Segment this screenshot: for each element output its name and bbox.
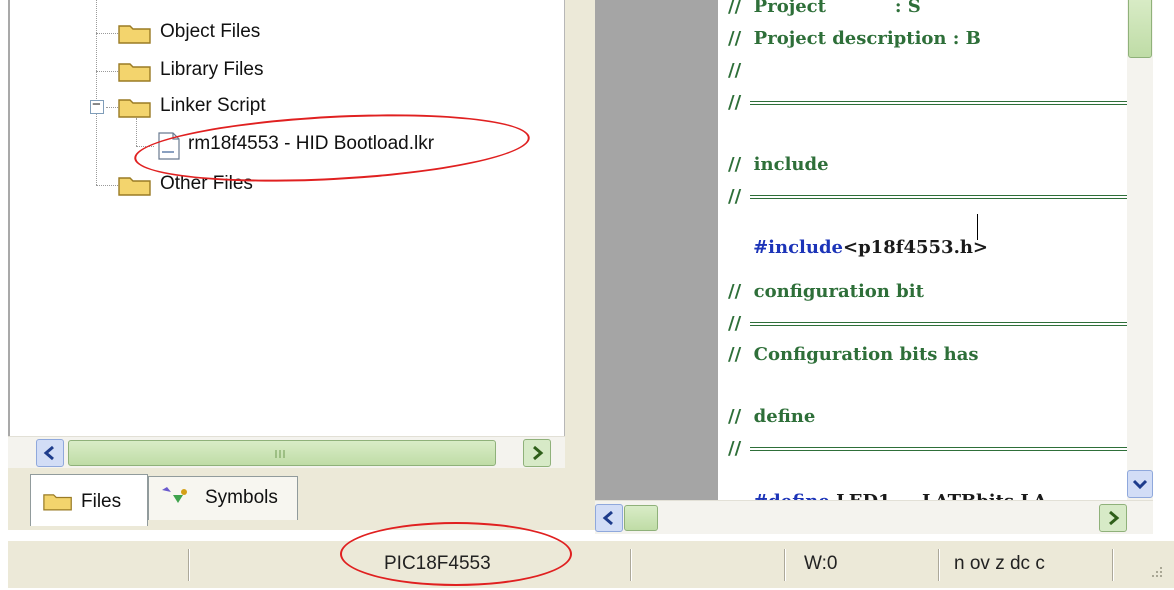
tree-guide xyxy=(96,33,120,34)
chevron-right-icon xyxy=(533,445,544,461)
tree-horizontal-scrollbar[interactable] xyxy=(8,436,565,468)
tree-item-label: Linker Script xyxy=(160,95,266,116)
scroll-thumb[interactable] xyxy=(624,505,658,531)
scroll-thumb[interactable] xyxy=(68,440,496,466)
chevron-left-icon xyxy=(43,445,54,461)
code-line: // Project description : B xyxy=(728,28,981,49)
folder-icon xyxy=(118,25,151,44)
pane-splitter[interactable] xyxy=(565,0,595,530)
code-line: // xyxy=(728,438,742,459)
code-line-include: #include<p18f4553.h> xyxy=(728,216,988,279)
chevron-right-icon xyxy=(1109,510,1120,526)
comment-rule xyxy=(750,447,1127,451)
comment-rule xyxy=(750,101,1127,105)
text-cursor xyxy=(977,214,978,240)
status-separator xyxy=(188,549,190,581)
status-wreg: W:0 xyxy=(804,553,838,574)
define-body: LED1 LATBbits.LA xyxy=(830,491,1047,500)
code-line: // xyxy=(728,92,742,113)
tree-item-label: Other Files xyxy=(160,173,253,194)
scroll-left-button[interactable] xyxy=(595,504,623,532)
status-separator xyxy=(784,549,786,581)
tab-label: Symbols xyxy=(205,487,278,508)
editor-vertical-scrollbar[interactable] xyxy=(1127,0,1153,500)
tree-guide xyxy=(96,185,120,186)
tree-item-library-files[interactable]: Library Files xyxy=(118,58,298,86)
tree-item-object-files[interactable]: Object Files xyxy=(118,20,288,48)
folder-icon xyxy=(118,99,151,118)
comment-rule xyxy=(750,195,1127,199)
folder-icon xyxy=(118,177,151,196)
tab-symbols[interactable]: Symbols xyxy=(148,476,298,520)
tab-label: Files xyxy=(81,491,122,512)
scroll-right-button[interactable] xyxy=(1099,504,1127,532)
scroll-right-button[interactable] xyxy=(523,439,551,467)
tree-item-label: Library Files xyxy=(160,59,264,80)
status-device: PIC18F4553 xyxy=(384,553,491,574)
tab-strip: Files Symbols xyxy=(8,468,565,530)
folder-icon xyxy=(43,494,72,511)
file-icon xyxy=(158,132,180,160)
tree-guide xyxy=(96,71,120,72)
code-line-define: #define LED1 LATBbits.LA xyxy=(728,470,1047,500)
tree-item-label: Object Files xyxy=(160,21,261,42)
scroll-left-button[interactable] xyxy=(36,439,64,467)
tree-item-label: rm18f4553 - HID Bootload.lkr xyxy=(188,133,435,154)
collapse-toggle[interactable]: − xyxy=(90,96,104,114)
code-line: // xyxy=(728,186,742,207)
tree-guide xyxy=(136,146,154,147)
scroll-thumb[interactable] xyxy=(1128,0,1152,58)
preprocessor-keyword: #include xyxy=(753,237,844,258)
code-editor[interactable]: // Project : S // Project description : … xyxy=(718,0,1127,500)
status-separator xyxy=(938,549,940,581)
folder-icon xyxy=(118,63,151,82)
scroll-down-button[interactable] xyxy=(1127,470,1153,498)
code-line: // xyxy=(728,313,742,334)
grip-icon xyxy=(275,450,285,458)
tab-files[interactable]: Files xyxy=(30,474,148,526)
status-separator xyxy=(630,549,632,581)
tree-item-other-files[interactable]: Other Files xyxy=(118,172,288,200)
chevron-left-icon xyxy=(602,510,613,526)
resize-grip-icon[interactable] xyxy=(1146,565,1164,583)
code-line: // define xyxy=(728,406,816,427)
status-flags: n ov z dc c xyxy=(954,553,1045,574)
symbols-icon xyxy=(162,487,187,503)
project-tree: Object Files Library Files − Linker Scri… xyxy=(8,0,565,436)
tree-item-linker-script[interactable]: Linker Script xyxy=(118,94,298,122)
tree-guide xyxy=(96,0,97,185)
preprocessor-keyword: #define xyxy=(753,491,830,500)
chevron-down-icon xyxy=(1132,479,1148,490)
tree-item-linker-file[interactable]: rm18f4553 - HID Bootload.lkr xyxy=(158,130,518,162)
minus-icon: − xyxy=(92,96,101,113)
editor-window-background xyxy=(595,0,718,500)
code-line: // Configuration bits has xyxy=(728,344,985,365)
code-line: // xyxy=(728,60,742,81)
status-separator xyxy=(1112,549,1114,581)
code-line: // include xyxy=(728,154,829,175)
code-line: // configuration bit xyxy=(728,281,924,302)
include-target: <p18f4553.h> xyxy=(843,237,989,258)
tree-guide xyxy=(136,118,137,146)
status-bar: PIC18F4553 W:0 n ov z dc c xyxy=(8,540,1174,588)
comment-rule xyxy=(750,322,1127,326)
editor-horizontal-scrollbar[interactable] xyxy=(595,500,1153,534)
code-line: // Project : S xyxy=(728,0,921,17)
